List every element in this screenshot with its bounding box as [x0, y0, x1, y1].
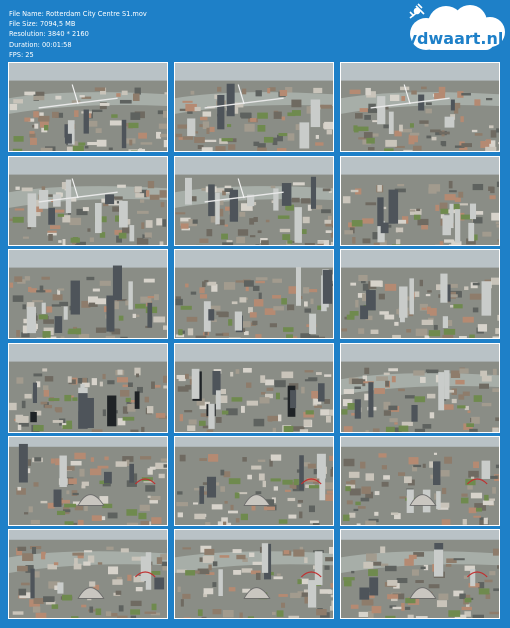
video-frame-thumbnail	[8, 156, 168, 246]
video-frame-thumbnail	[8, 249, 168, 339]
aerial-city-image	[341, 157, 499, 245]
aerial-city-image	[341, 63, 499, 151]
video-frame-thumbnail	[174, 343, 334, 433]
video-frame-thumbnail	[8, 529, 168, 619]
drone-icon	[409, 3, 425, 19]
file-info-panel: File Name: Rotterdam City Centre S1.mov …	[9, 9, 147, 60]
file-size-text: File Size: 7094,5 MB	[9, 20, 76, 29]
aerial-city-image	[9, 250, 167, 338]
video-frame-thumbnail	[174, 62, 334, 152]
aerial-city-image	[175, 344, 333, 432]
aerial-city-image	[9, 157, 167, 245]
video-frame-thumbnail	[8, 62, 168, 152]
video-frame-thumbnail	[340, 529, 500, 619]
video-frame-thumbnail	[340, 62, 500, 152]
thumbnail-grid	[8, 62, 502, 624]
video-frame-thumbnail	[174, 249, 334, 339]
aerial-city-image	[9, 437, 167, 525]
aerial-city-image	[175, 437, 333, 525]
aerial-city-image	[341, 344, 499, 432]
video-frame-thumbnail	[174, 156, 334, 246]
video-frame-thumbnail	[174, 529, 334, 619]
aerial-city-image	[341, 250, 499, 338]
resolution-text: Resolution: 3840 * 2160	[9, 30, 89, 39]
aerial-city-image	[341, 530, 499, 618]
video-frame-thumbnail	[340, 249, 500, 339]
aerial-city-image	[341, 437, 499, 525]
video-frame-thumbnail	[8, 343, 168, 433]
video-frame-thumbnail	[340, 156, 500, 246]
duration-text: Duration: 00:01:58	[9, 40, 72, 49]
video-frame-thumbnail	[340, 343, 500, 433]
vdwaart-logo: vdwaart.nl	[404, 2, 508, 54]
aerial-city-image	[9, 530, 167, 618]
aerial-city-image	[175, 530, 333, 618]
video-frame-thumbnail	[174, 436, 334, 526]
video-frame-thumbnail	[340, 436, 500, 526]
logo-text: vdwaart.nl	[407, 29, 504, 48]
fps-text: FPS: 25	[9, 50, 34, 59]
file-name-text: File Name: Rotterdam City Centre S1.mov	[9, 10, 147, 18]
aerial-city-image	[175, 157, 333, 245]
video-frame-thumbnail	[8, 436, 168, 526]
aerial-city-image	[9, 63, 167, 151]
aerial-city-image	[175, 63, 333, 151]
aerial-city-image	[9, 344, 167, 432]
aerial-city-image	[175, 250, 333, 338]
